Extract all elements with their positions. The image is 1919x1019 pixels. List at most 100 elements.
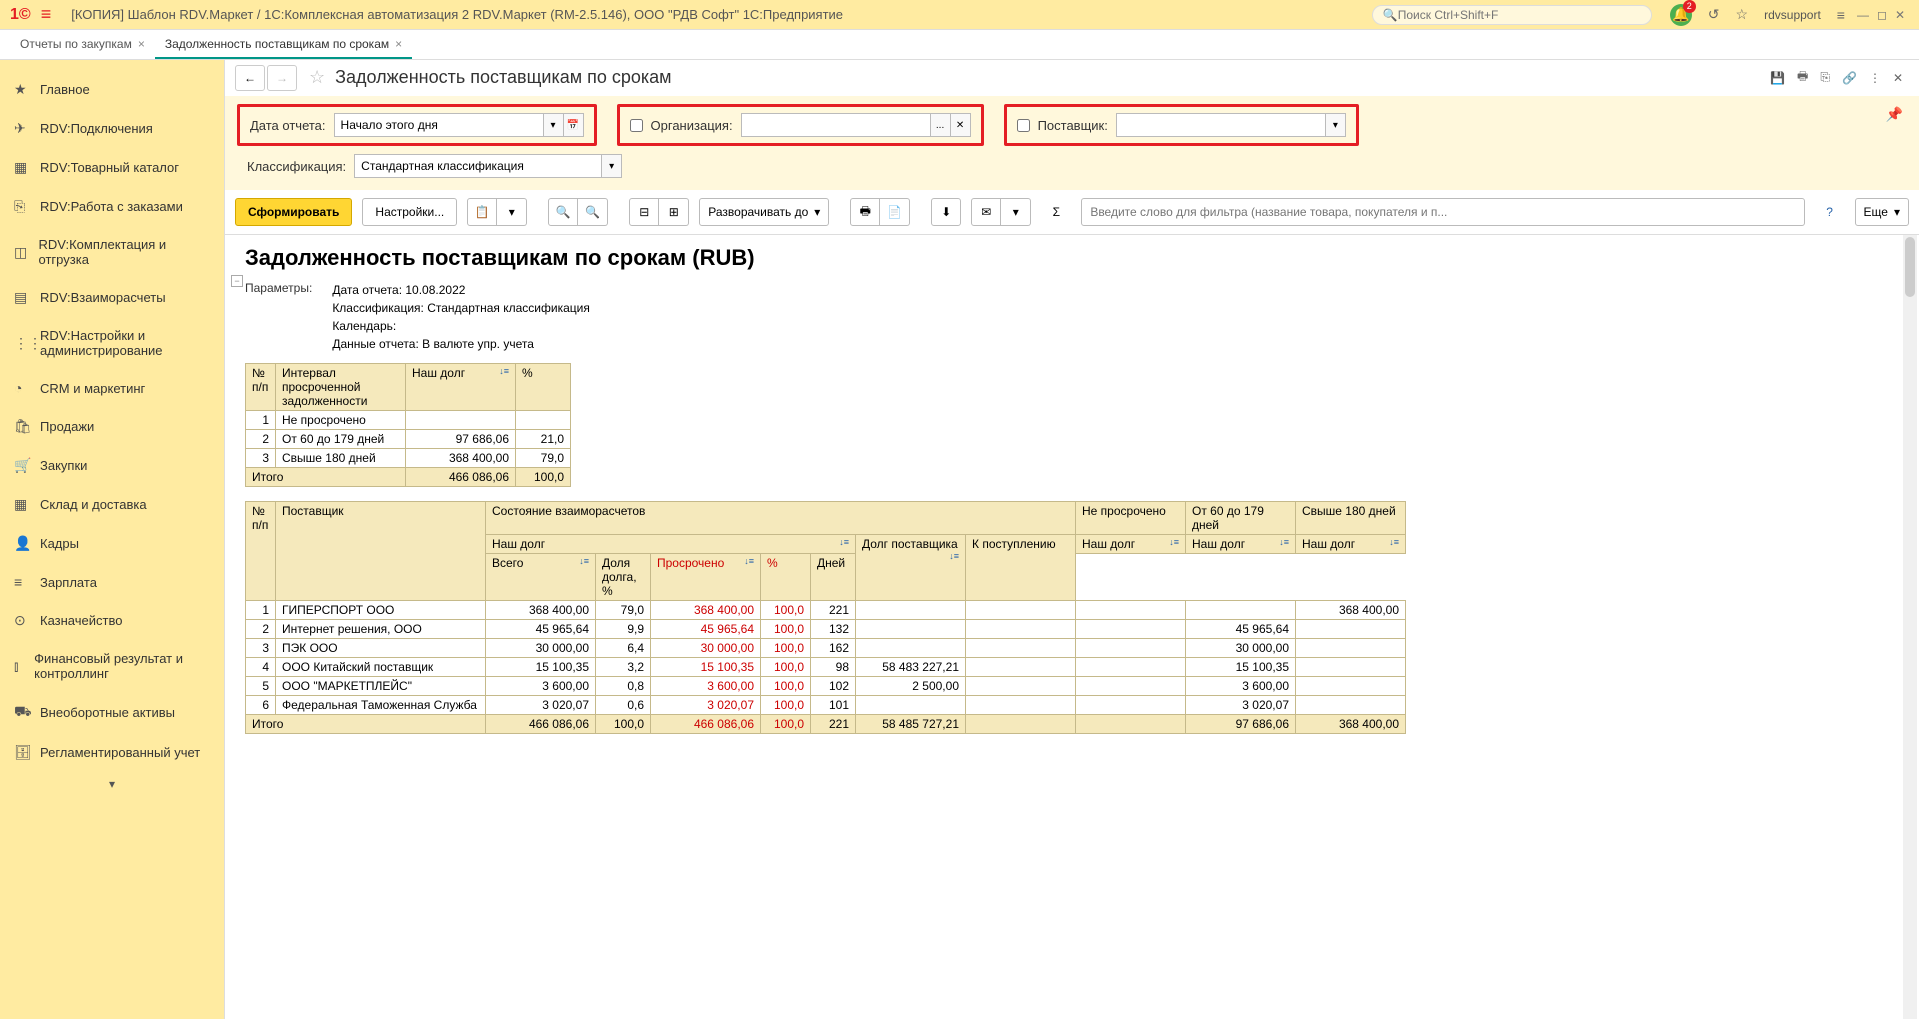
email-drop-icon[interactable]: ▾ [1001,198,1031,226]
table-row[interactable]: 3Свыше 180 дней368 400,0079,0 [246,449,571,468]
table-row[interactable]: 1Не просрочено [246,411,571,430]
sidebar-more-icon[interactable]: ▾ [0,772,224,796]
sidebar-item[interactable]: ✈RDV:Подключения [0,109,224,148]
date-input[interactable] [334,113,544,137]
collapse-toggle-1[interactable]: − [231,275,243,287]
class-input[interactable] [354,154,602,178]
table-row[interactable]: 6Федеральная Таможенная Служба3 020,070,… [246,696,1406,715]
col2-incoming: К поступлению [966,535,1076,601]
global-search[interactable]: 🔍 [1372,5,1652,25]
scrollbar-vertical[interactable] [1903,235,1917,1019]
detail-table: № п/п Поставщик Состояние взаиморасчетов… [245,501,1406,734]
sidebar-item[interactable]: 🛍Продажи [0,407,224,446]
org-input[interactable] [741,113,931,137]
sidebar-item[interactable]: 🗄Регламентированный учет [0,733,224,772]
save-file-icon[interactable]: ⬇ [931,198,961,226]
sidebar-icon: ◔ [14,380,40,396]
col2-180: Свыше 180 дней [1296,502,1406,535]
paste-drop-icon[interactable]: ▾ [497,198,527,226]
collapse-icon[interactable]: ⊟ [629,198,659,226]
sidebar-item[interactable]: ▦RDV:Товарный каталог [0,148,224,187]
favorite-icon[interactable]: ☆ [1736,6,1749,23]
table-row[interactable]: 4ООО Китайский поставщик15 100,353,215 1… [246,658,1406,677]
sidebar-item[interactable]: ▤RDV:Взаиморасчеты [0,278,224,317]
save-icon[interactable]: 💾 [1770,71,1785,85]
filter-word-input[interactable] [1081,198,1804,226]
supplier-input[interactable] [1116,113,1326,137]
star-icon[interactable]: ☆ [309,67,325,88]
close-button[interactable]: ✕ [1895,8,1905,22]
print-icon[interactable]: 🖶 [1797,67,1808,88]
sidebar-item[interactable]: ⫾Финансовый результат и контроллинг [0,640,224,692]
notifications-icon[interactable]: 🔔2 [1670,4,1692,26]
sidebar-item-label: CRM и маркетинг [40,381,145,396]
date-dropdown-icon[interactable]: ▾ [544,113,564,137]
table-row[interactable]: 2Интернет решения, ООО45 965,649,945 965… [246,620,1406,639]
org-checkbox[interactable] [630,119,643,132]
tab[interactable]: Отчеты по закупкам× [10,31,155,59]
table-row[interactable]: 1ГИПЕРСПОРТ ООО368 400,0079,0368 400,001… [246,601,1406,620]
link-icon[interactable]: 🔗 [1842,71,1857,85]
nav-forward-button[interactable]: → [267,65,297,91]
sidebar-item[interactable]: ▦Склад и доставка [0,485,224,524]
expand-icon[interactable]: ⊞ [659,198,689,226]
more-button[interactable]: Еще ▾ [1855,198,1909,226]
sidebar-icon: ▦ [14,496,40,513]
org-select-icon[interactable]: ... [931,113,951,137]
settings-button[interactable]: Настройки... [362,198,457,226]
zoom-in-icon[interactable]: 🔍 [548,198,578,226]
settings-icon[interactable]: ≡ [1837,7,1845,23]
class-dropdown-icon[interactable]: ▾ [602,154,622,178]
export-icon[interactable]: ⎘ [1820,70,1830,85]
sidebar-item[interactable]: 🛒Закупки [0,446,224,485]
history-icon[interactable]: ↺ [1708,6,1720,23]
more-icon[interactable]: ⋮ [1869,71,1881,85]
preview-icon[interactable]: 📄 [880,198,910,226]
sigma-icon[interactable]: Σ [1041,198,1071,226]
table-row[interactable]: 5ООО "МАРКЕТПЛЕЙС"3 600,000,83 600,00100… [246,677,1406,696]
sidebar-item-label: Продажи [40,419,94,434]
supplier-checkbox[interactable] [1017,119,1030,132]
calendar-icon[interactable]: 📅 [564,113,584,137]
sidebar-item-label: Зарплата [40,575,97,590]
minimize-button[interactable]: — [1857,8,1869,22]
sidebar-item[interactable]: ≡Зарплата [0,563,224,601]
expand-to-button[interactable]: Разворачивать до ▾ [699,198,829,226]
sidebar-icon: 🗄 [14,744,40,761]
sidebar-item[interactable]: ◔CRM и маркетинг [0,369,224,407]
generate-button[interactable]: Сформировать [235,198,352,226]
table-row[interactable]: 2От 60 до 179 дней97 686,0621,0 [246,430,571,449]
sidebar-item[interactable]: ⎘RDV:Работа с заказами [0,187,224,226]
sidebar-item[interactable]: ⊙Казначейство [0,601,224,640]
sidebar-item[interactable]: ★Главное [0,70,224,109]
user-name[interactable]: rdvsupport [1764,8,1821,22]
help-icon[interactable]: ? [1815,198,1845,226]
close-page-icon[interactable]: ✕ [1893,71,1903,85]
tab-label: Задолженность поставщикам по срокам [165,37,389,51]
sidebar-item-label: RDV:Подключения [40,121,153,136]
table-row[interactable]: 3ПЭК ООО30 000,006,430 000,00100,016230 … [246,639,1406,658]
print-button-icon[interactable]: 🖶 [850,198,880,226]
sidebar-item[interactable]: ⋮⋮RDV:Настройки и администрирование [0,317,224,369]
pin-icon[interactable]: 📌 [1886,106,1903,123]
col2-sdebt: Долг поставщика↓≡ [856,535,966,601]
tab-close-icon[interactable]: × [138,37,145,51]
search-input[interactable] [1398,8,1641,22]
org-clear-icon[interactable]: ✕ [951,113,971,137]
sidebar-item[interactable]: ◫RDV:Комплектация и отгрузка [0,226,224,278]
paste-icon[interactable]: 📋 [467,198,497,226]
menu-icon[interactable]: ≡ [41,4,52,25]
sidebar-item[interactable]: 👤Кадры [0,524,224,563]
sidebar: ★Главное✈RDV:Подключения▦RDV:Товарный ка… [0,60,225,1019]
sidebar-item-label: RDV:Взаиморасчеты [40,290,166,305]
sidebar-item[interactable]: ⛟Внеоборотные активы [0,692,224,733]
tab[interactable]: Задолженность поставщикам по срокам × [155,31,412,59]
tab-close-icon[interactable]: × [395,37,402,51]
nav-back-button[interactable]: ← [235,65,265,91]
zoom-out-icon[interactable]: 🔍 [578,198,608,226]
col-debt: Наш долг↓≡ [406,364,516,411]
sidebar-icon: ◫ [14,244,39,261]
supplier-dropdown-icon[interactable]: ▾ [1326,113,1346,137]
email-icon[interactable]: ✉ [971,198,1001,226]
maximize-button[interactable]: ◻ [1877,8,1887,22]
